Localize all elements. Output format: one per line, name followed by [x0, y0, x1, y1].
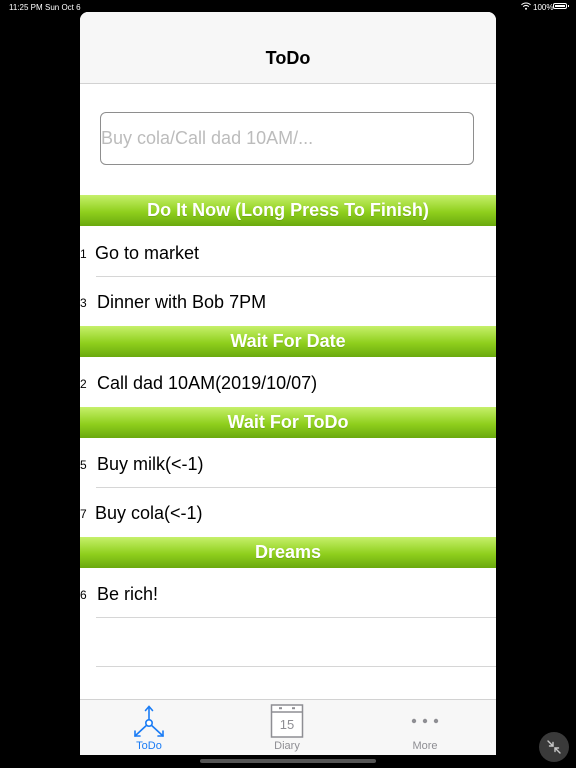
todo-network-icon [134, 705, 164, 737]
new-todo-field[interactable] [100, 112, 474, 165]
status-date: Sun Oct 6 [45, 3, 81, 12]
calendar-day: 15 [280, 717, 294, 732]
tab-label-more: More [412, 740, 438, 752]
todo-row[interactable]: 1 Go to market [80, 228, 496, 277]
tab-more[interactable]: More [356, 700, 494, 755]
todo-number: 2 [80, 377, 87, 391]
todo-text: Buy cola(<-1) [95, 503, 203, 523]
todo-number: 6 [80, 588, 87, 602]
todo-number: 7 [80, 507, 87, 521]
section-header-wait-for-date: Wait For Date [80, 326, 496, 357]
home-indicator [200, 759, 376, 763]
todo-text: Buy milk(<-1) [97, 454, 204, 474]
collapse-arrows-icon [547, 740, 561, 754]
tab-diary[interactable]: 15 Diary [218, 700, 356, 755]
page-title: ToDo [265, 48, 311, 68]
tab-label-diary: Diary [274, 740, 300, 752]
status-time: 11:25 PM [9, 3, 43, 12]
wifi-icon [521, 2, 531, 10]
section-header-do-it-now: Do It Now (Long Press To Finish) [80, 195, 496, 226]
tab-label-todo: ToDo [136, 740, 162, 752]
navigation-bar: ToDo [80, 12, 496, 84]
empty-row [80, 618, 496, 667]
todo-number: 5 [80, 458, 87, 472]
section-header-wait-for-todo: Wait For ToDo [80, 407, 496, 438]
todo-text: Be rich! [97, 584, 159, 604]
battery-percent: 100% [533, 3, 554, 12]
new-todo-input[interactable] [101, 113, 473, 164]
todo-number: 3 [80, 296, 87, 310]
todo-row[interactable]: 7 Buy cola(<-1) [80, 488, 496, 537]
row-separator [96, 666, 496, 667]
battery-tip [568, 5, 569, 7]
calendar-icon: 15 [270, 704, 304, 738]
more-dots-icon [411, 718, 439, 724]
todo-row[interactable]: 6 Be rich! [80, 569, 496, 618]
todo-row[interactable]: 5 Buy milk(<-1) [80, 439, 496, 488]
todo-text: Dinner with Bob 7PM [97, 292, 267, 312]
tab-todo[interactable]: ToDo [80, 700, 218, 755]
battery-icon [553, 3, 567, 9]
section-header-dreams: Dreams [80, 537, 496, 568]
todo-sheet: ToDo Do It Now (Long Press To Finish) 1 … [80, 12, 496, 755]
tab-bar: ToDo 15 Diary More [80, 699, 496, 755]
todo-text: Go to market [95, 243, 200, 263]
todo-row[interactable]: 3 Dinner with Bob 7PM [80, 277, 496, 326]
todo-text: Call dad 10AM(2019/10/07) [97, 373, 318, 393]
collapse-button[interactable] [539, 732, 569, 762]
todo-number: 1 [80, 247, 87, 261]
todo-row[interactable]: 2 Call dad 10AM(2019/10/07) [80, 358, 496, 407]
